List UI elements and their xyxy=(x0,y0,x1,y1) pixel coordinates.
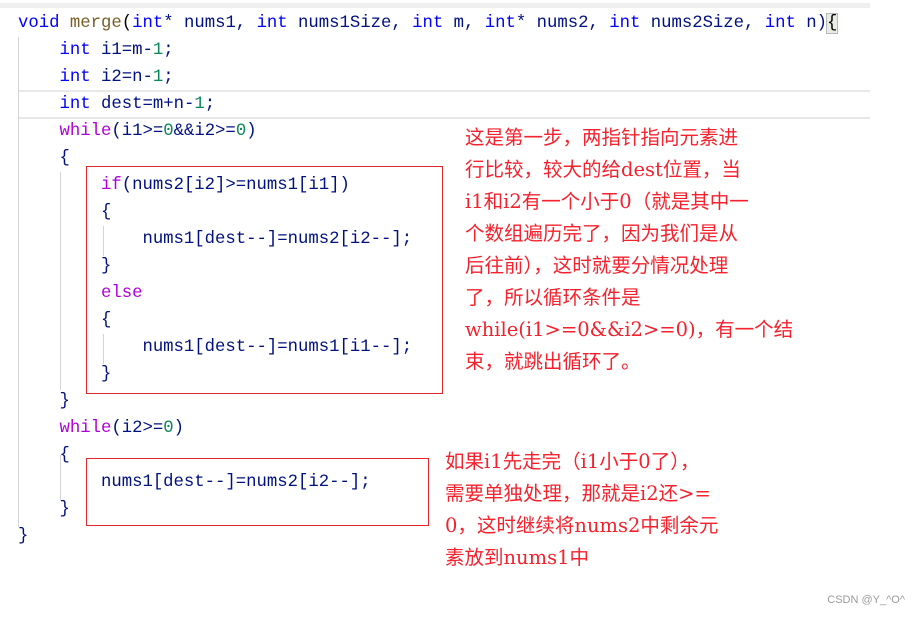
annotation-line: 行比较，较大的给dest位置，当 xyxy=(465,158,741,181)
code-token: 1 xyxy=(152,41,164,60)
code-token: ; xyxy=(163,68,174,87)
annotation-line: 了，所以循环条件是 xyxy=(465,286,641,309)
code-token: void xyxy=(18,14,60,33)
code-line: int dest=m+n-1; xyxy=(18,91,837,118)
code-token: int xyxy=(256,14,288,33)
code-line: void merge(int* nums1, int nums1Size, in… xyxy=(18,10,839,37)
code-token: int xyxy=(412,14,444,33)
code-token: ; xyxy=(204,95,216,114)
highlight-box-if-else xyxy=(86,166,443,394)
annotation-line: 素放到nums1中 xyxy=(445,546,590,569)
code-token: m, xyxy=(443,14,485,33)
annotation-line: 需要单独处理，那就是i2还>= xyxy=(445,482,711,505)
code-token: ( xyxy=(121,14,133,33)
matched-brace: { xyxy=(826,13,839,34)
watermark: CSDN @Y_^O^ xyxy=(827,594,905,606)
code-token: 1 xyxy=(152,68,164,87)
code-token: int xyxy=(59,68,91,87)
highlight-box-remaining xyxy=(86,458,429,526)
code-token: 0 xyxy=(163,122,174,141)
code-token: (i1>= xyxy=(111,122,164,141)
annotation-line: 如果i1先走完（i1小于0了）， xyxy=(445,450,700,473)
annotation-line: 束，就跳出循环了。 xyxy=(465,350,641,373)
code-token: nums2Size, xyxy=(640,14,765,33)
annotation-line: i1和i2有一个小于0（就是其中一 xyxy=(465,190,749,213)
annotation-line: 后往前），这时就要分情况处理 xyxy=(465,254,729,277)
annotation-line: while(i1>=0&&i2>=0)，有一个结 xyxy=(465,318,794,341)
code-token: int xyxy=(764,14,796,33)
code-token: int xyxy=(59,95,91,114)
annotation-line: 这是第一步，两指针指向元素进 xyxy=(465,126,739,149)
code-token: i1=m- xyxy=(90,41,153,60)
code-token: int xyxy=(609,14,641,33)
code-token: int xyxy=(59,41,91,60)
code-token: 0 xyxy=(235,122,247,141)
code-token: } xyxy=(18,500,70,519)
code-token: (i2>= xyxy=(111,419,164,438)
code-line: int i2=n-1; xyxy=(18,64,837,91)
code-token: nums1Size, xyxy=(287,14,413,33)
code-token: int xyxy=(132,14,164,33)
code-token: } xyxy=(18,392,70,411)
code-token: * nums1, xyxy=(163,14,257,33)
code-token: merge xyxy=(69,14,122,33)
code-token: while xyxy=(59,419,112,438)
code-token: * nums2, xyxy=(515,14,610,33)
code-token: { xyxy=(18,149,70,168)
code-token: int xyxy=(484,14,516,33)
code-token: ; xyxy=(163,41,174,60)
code-token: ) xyxy=(246,122,257,141)
code-token: dest=m+n- xyxy=(90,95,195,114)
code-line: int i1=m-1; xyxy=(18,37,837,64)
annotation-step-two: 如果i1先走完（i1小于0了）， 需要单独处理，那就是i2还>= 0，这时继续将nu… xyxy=(445,446,718,574)
annotation-line: 0，这时继续将nums2中剩余元 xyxy=(445,514,719,537)
code-token: 1 xyxy=(194,95,205,114)
code-token: } xyxy=(18,527,29,546)
code-token: { xyxy=(18,446,70,465)
annotation-step-one: 这是第一步，两指针指向元素进 行比较，较大的给dest位置，当 i1和i2有一个小于… xyxy=(465,122,793,378)
code-token: while xyxy=(59,122,112,141)
editor-top-bar xyxy=(0,3,870,8)
code-line: while(i2>=0) xyxy=(18,415,837,442)
code-token: ) xyxy=(173,419,184,438)
code-token: n) xyxy=(795,14,828,33)
code-token: &&i2>= xyxy=(173,122,236,141)
code-token: 0 xyxy=(163,419,174,438)
code-token: i2=n- xyxy=(90,68,153,87)
annotation-line: 个数组遍历完了，因为我们是从 xyxy=(465,222,739,245)
